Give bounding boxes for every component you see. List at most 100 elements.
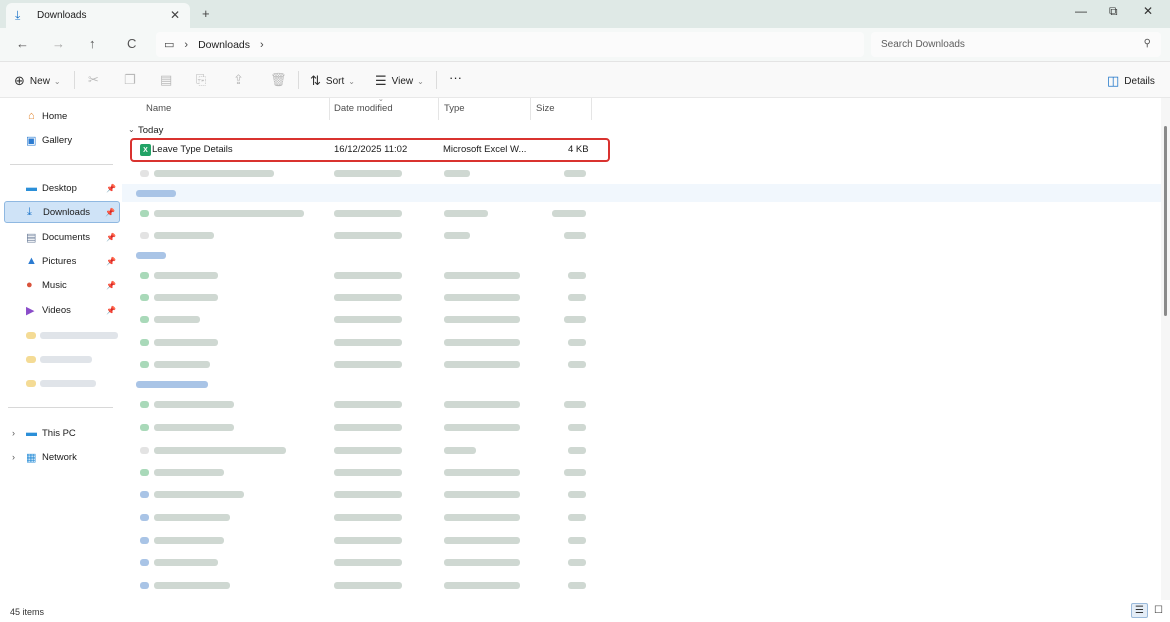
blurred-text [444,316,520,323]
blurred-text [334,401,402,408]
blurred-text [334,559,402,566]
blurred-text [444,339,520,346]
pin-icon[interactable]: 📌 [106,184,116,193]
gallery-icon: ▣ [26,134,37,147]
blurred-folder[interactable] [40,356,92,363]
up-button[interactable]: ↑ [89,36,96,51]
blurred-text [334,361,402,368]
pin-icon[interactable]: 📌 [106,233,116,242]
sidebar-item-pictures[interactable]: ▲ Pictures 📌 [4,250,120,272]
file-list: Name Date modified ⌄ Type Size ⌄ Today X… [122,96,1162,600]
blurred-text [154,316,200,323]
forward-button[interactable]: → [52,36,65,51]
tab-downloads[interactable]: ⤓ Downloads ✕ [6,3,190,28]
blurred-text [444,559,520,566]
blurred-text [154,210,304,217]
file-icon [140,361,149,368]
address-bar[interactable]: ▭ › Downloads › [156,32,864,57]
divider [436,71,437,89]
sidebar-item-gallery[interactable]: ▣ Gallery [4,129,120,151]
minimize-button[interactable]: — [1075,4,1087,18]
maximize-button[interactable]: ⧉ [1109,4,1118,19]
sidebar-item-videos[interactable]: ▶ Videos 📌 [4,299,120,321]
file-icon [140,559,149,566]
details-label: Details [1124,75,1155,87]
sidebar-item-home[interactable]: ⌂ Home [4,105,120,127]
blurred-text [334,514,402,521]
pin-icon[interactable]: 📌 [106,306,116,315]
details-view-button[interactable]: ☰ [1131,603,1148,618]
blurred-text [334,294,402,301]
blurred-text [444,447,476,454]
blurred-text [154,559,218,566]
vertical-scrollbar[interactable] [1161,98,1170,600]
tiles-view-button[interactable]: ☐ [1150,603,1167,618]
download-icon: ⤓ [15,8,21,22]
sidebar-item-documents[interactable]: ▤ Documents 📌 [4,226,120,248]
sort-label: Sort [325,75,345,87]
blurred-folder[interactable] [40,380,96,387]
details-pane-button[interactable]: ◫ Details [1107,73,1155,89]
chevron-right-icon: › [184,38,189,51]
divider [8,407,113,408]
blurred-text [334,170,402,177]
sidebar-item-music[interactable]: ● Music 📌 [4,274,120,296]
close-tab-icon[interactable]: ✕ [170,8,180,22]
pin-icon[interactable]: 📌 [106,281,116,290]
sidebar-item-network[interactable]: › ▦ Network [4,446,120,468]
group-header-today[interactable]: Today [138,125,163,136]
sidebar-item-desktop[interactable]: ▬ Desktop 📌 [4,177,120,199]
group-header-blurred[interactable] [122,184,1162,202]
delete-icon[interactable]: 🗑 [270,72,287,88]
documents-icon: ▤ [26,231,37,244]
more-options-button[interactable]: ··· [449,70,462,85]
desktop-icon: ▬ [26,182,37,194]
paste-icon[interactable]: ▤ [160,72,172,88]
blurred-text [154,469,224,476]
column-header-date[interactable]: Date modified [334,103,393,114]
sidebar-item-downloads[interactable]: ⤓ Downloads 📌 [4,201,120,223]
computer-icon: ▬ [26,427,37,439]
refresh-button[interactable]: C [127,36,136,51]
navigation-bar: ← → ↑ C ▭ › Downloads › Search Downloads… [0,28,1170,62]
view-button[interactable]: ☰ View ⌄ [375,73,424,89]
chevron-right-icon[interactable]: › [12,428,15,438]
pin-icon[interactable]: 📌 [105,208,115,217]
sidebar-item-label: Videos [42,304,71,316]
file-icon [140,424,149,431]
folder-icon [26,380,36,387]
share-icon[interactable]: ⇪ [233,72,244,88]
blurred-text [136,381,208,388]
chevron-right-icon[interactable]: › [12,452,15,462]
breadcrumb-downloads[interactable]: Downloads [198,39,250,51]
blurred-text [136,190,176,197]
blurred-text [444,537,520,544]
column-header-name[interactable]: Name [146,103,171,114]
blurred-text [568,537,586,544]
copy-icon[interactable]: ❐ [124,72,136,88]
new-tab-button[interactable]: + [202,6,210,21]
column-header-type[interactable]: Type [444,103,465,114]
blurred-text [334,232,402,239]
back-button[interactable]: ← [16,36,29,51]
chevron-down-icon[interactable]: ⌄ [128,125,135,134]
sort-button[interactable]: ⇅ Sort ⌄ [310,73,355,89]
new-button[interactable]: ⊕ New ⌄ [14,73,61,89]
cut-icon[interactable]: ✂ [88,72,99,88]
column-header-size[interactable]: Size [536,103,554,114]
rename-icon[interactable]: ⎘ [196,72,206,88]
blurred-text [444,232,470,239]
pin-icon[interactable]: 📌 [106,257,116,266]
search-input[interactable]: Search Downloads ⚲ [871,32,1161,57]
new-label: New [29,75,50,87]
chevron-right-icon[interactable]: › [260,39,264,51]
sidebar-item-this-pc[interactable]: › ▬ This PC [4,422,120,444]
scrollbar-thumb[interactable] [1164,126,1167,316]
blurred-folder[interactable] [40,332,118,339]
file-icon [140,582,149,589]
sidebar-item-label: This PC [42,427,76,439]
download-icon: ⤓ [27,205,32,218]
blurred-text [154,401,234,408]
blurred-text [564,469,586,476]
close-window-button[interactable]: ✕ [1143,4,1153,18]
